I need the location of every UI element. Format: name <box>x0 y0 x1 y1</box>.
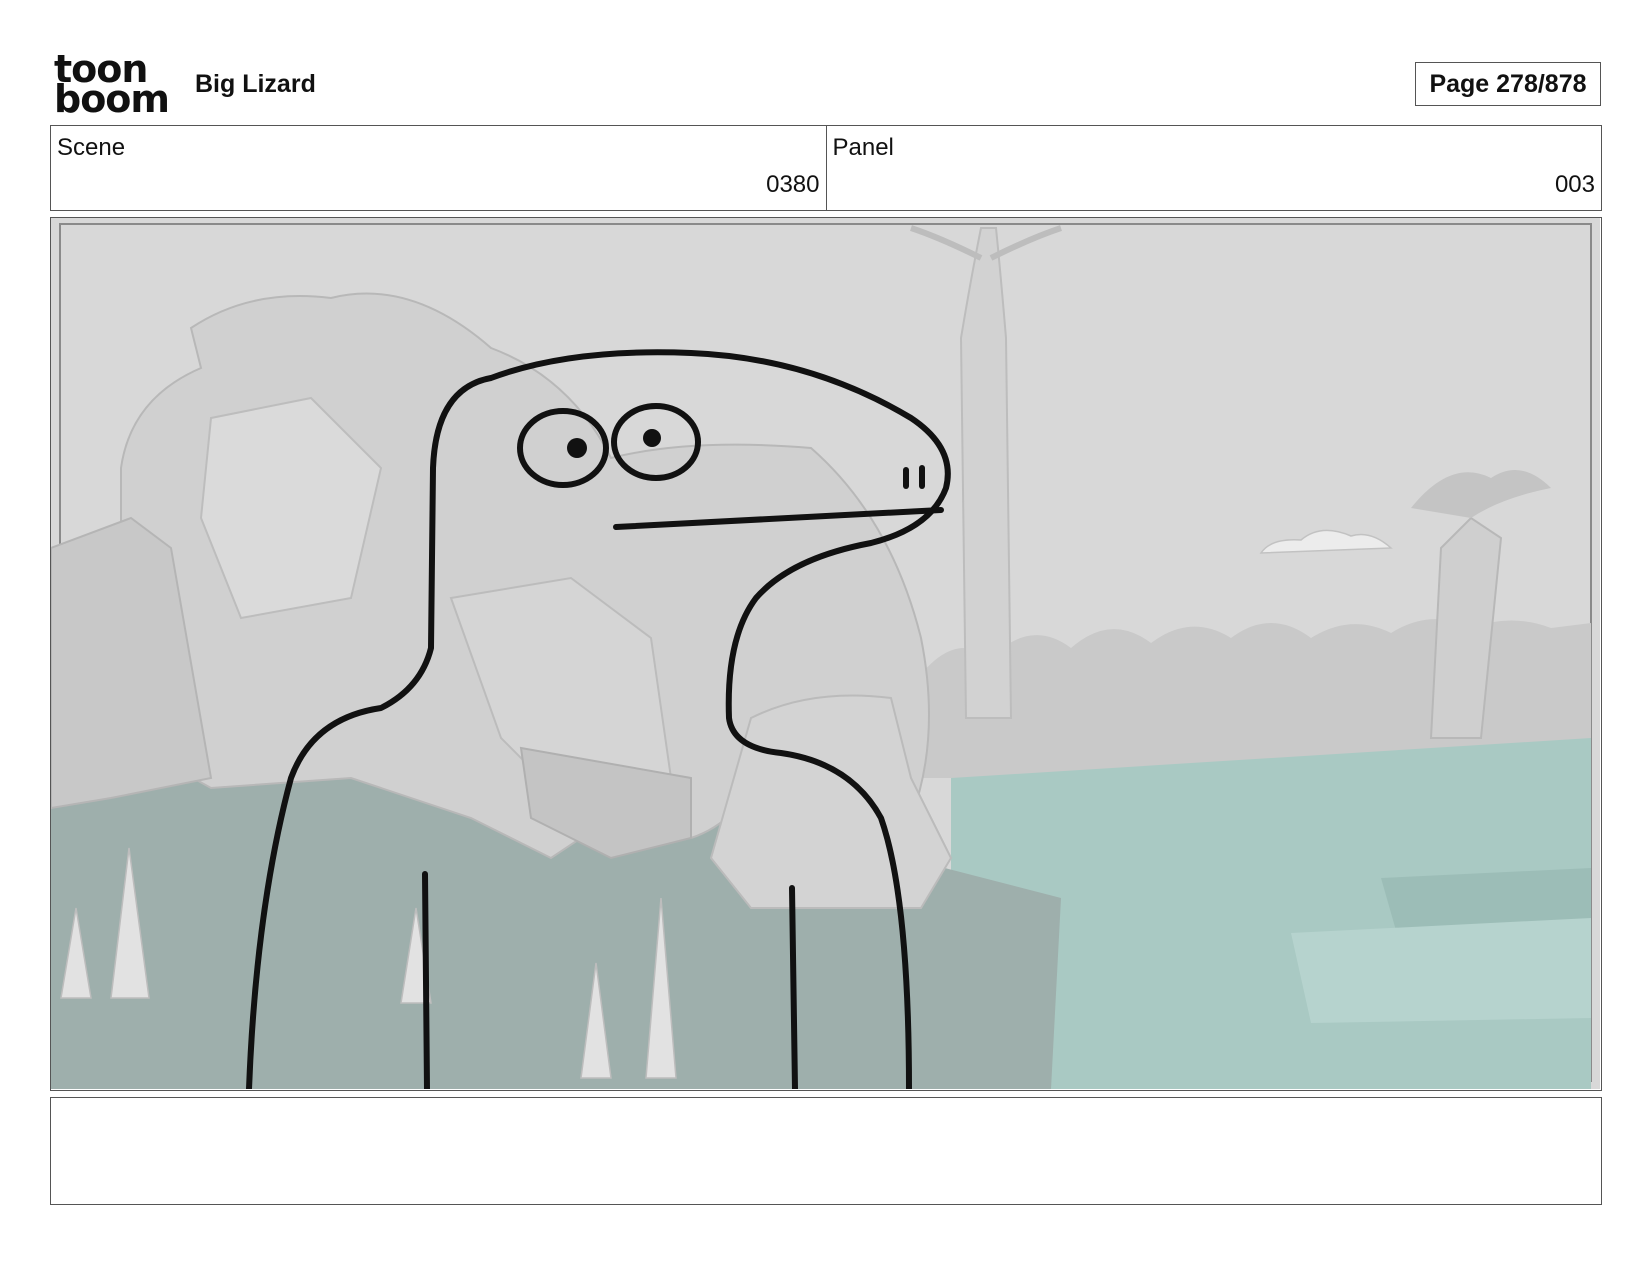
logo-line-bottom: boom <box>54 77 170 121</box>
page-indicator: Page 278/878 <box>1415 62 1601 106</box>
panel-label: Panel <box>832 134 894 161</box>
panel-notes <box>50 1097 1602 1205</box>
lizard-eye-right <box>643 429 661 447</box>
storyboard-drawing-image <box>51 218 1600 1089</box>
scene-panel-info: Scene 0380 Panel 003 <box>50 125 1602 211</box>
lizard-eye-left <box>567 438 587 458</box>
scene-label: Scene <box>57 134 126 161</box>
scene-cell: Scene 0380 <box>51 126 826 210</box>
panel-cell: Panel 003 <box>825 126 1602 210</box>
tree-trunk <box>959 227 1013 719</box>
scene-number: 0380 <box>766 171 820 198</box>
panel-number: 003 <box>1554 171 1595 198</box>
storyboard-panel <box>50 217 1602 1091</box>
toonboom-logo: toon boom <box>54 50 170 121</box>
project-title: Big Lizard <box>195 70 316 98</box>
